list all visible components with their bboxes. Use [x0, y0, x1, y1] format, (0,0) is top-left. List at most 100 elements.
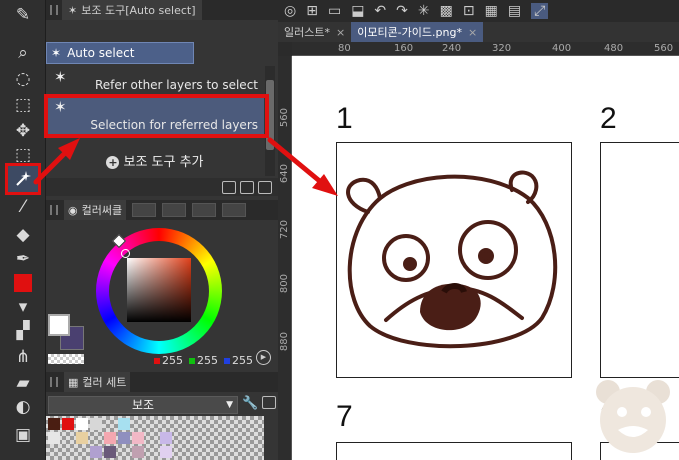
tab-approx-color[interactable]	[192, 203, 217, 217]
swatch[interactable]	[132, 432, 144, 444]
swatch[interactable]	[90, 418, 102, 430]
swatch[interactable]	[118, 418, 130, 430]
select-all-icon[interactable]: ▤	[508, 3, 521, 19]
color-set-selected: 보조	[131, 398, 155, 412]
blue-value: 255	[224, 354, 253, 367]
emoticon-cell[interactable]	[336, 442, 572, 460]
play-icon[interactable]: ▶	[256, 350, 271, 365]
subtool-tab[interactable]: ✶ 보조 도구[Auto select]	[62, 0, 202, 20]
lasso-icon[interactable]: ◌	[8, 66, 38, 92]
ruler-label: 720	[279, 220, 290, 240]
redo-icon[interactable]: ↷	[396, 3, 408, 19]
cell-number: 1	[336, 102, 353, 135]
ruler-label: 320	[492, 43, 512, 54]
command-bar-icons: ◎ ⊞ ▭ ⬓ ↶ ↷ ✳ ▩ ⊡ ▦ ▤ ⤢	[278, 0, 549, 22]
swatch[interactable]	[118, 432, 130, 444]
transparent-color-swatch[interactable]	[48, 354, 84, 364]
add-subtool-button[interactable]: + 보조 도구 추가	[46, 151, 264, 170]
color-set-panel: ▦ 컬러 세트 보조 ▼ 🔧	[46, 372, 278, 460]
swatch[interactable]	[76, 418, 88, 430]
swatch[interactable]	[104, 432, 116, 444]
swatch[interactable]	[48, 418, 60, 430]
swatch[interactable]	[76, 432, 88, 444]
color-set-header: ▦ 컬러 세트	[46, 372, 278, 392]
zoom-icon[interactable]: ⌕	[8, 40, 38, 66]
selection-icon[interactable]: ⬚	[8, 142, 38, 168]
plus-icon: +	[106, 156, 120, 169]
move-icon[interactable]: ✥	[8, 118, 38, 144]
tab-color-set[interactable]: ▦ 컬러 세트	[64, 372, 131, 392]
palette-icon: ▦	[68, 375, 79, 389]
color-swatch-grid[interactable]	[46, 416, 264, 460]
new-file-icon[interactable]: ⊞	[306, 3, 318, 19]
ruler-label: 560	[654, 43, 674, 54]
swatch[interactable]	[160, 446, 172, 458]
grip-icon[interactable]	[50, 377, 58, 387]
swatch[interactable]	[48, 432, 60, 444]
swatch[interactable]	[104, 446, 116, 458]
tab-label: 이모티콘-가이드.png*	[357, 26, 462, 39]
tab-emoticon-guide[interactable]: 이모티콘-가이드.png* ×	[351, 22, 484, 42]
tab-intermediate-color[interactable]	[162, 203, 187, 217]
grip-icon[interactable]	[50, 205, 58, 215]
duplicate-icon[interactable]	[240, 180, 254, 194]
close-icon[interactable]: ×	[336, 26, 345, 39]
grass-icon[interactable]: ⋔	[8, 344, 38, 370]
open-folder-icon[interactable]: ▭	[328, 3, 341, 19]
swatch[interactable]	[62, 418, 74, 430]
trash-icon[interactable]	[258, 180, 272, 194]
auto-select-group[interactable]: ✶ Auto select	[46, 42, 194, 64]
transform-icon[interactable]: ⤢	[531, 3, 549, 19]
grid-icon[interactable]: ▦	[485, 3, 498, 19]
ruler-label: 240	[442, 43, 462, 54]
crop-icon[interactable]: ⊡	[463, 3, 475, 19]
fill-icon[interactable]: ◆	[8, 222, 38, 248]
tab-illustration[interactable]: 일러스트* ×	[278, 22, 351, 42]
swatch[interactable]	[132, 446, 144, 458]
main-color-swatch[interactable]	[48, 314, 70, 336]
color-panel-tabs: ◉ 컬러써클	[46, 200, 278, 220]
green-value: 255	[189, 354, 218, 367]
sv-marker[interactable]	[121, 249, 130, 258]
ruler-label: 400	[552, 43, 572, 54]
blend-icon[interactable]: ◐	[8, 394, 38, 420]
document-tabs: 일러스트* × 이모티콘-가이드.png* ×	[278, 22, 679, 42]
swatch[interactable]	[160, 432, 172, 444]
pen-icon[interactable]: ✎	[8, 2, 38, 28]
ruler-label: 880	[279, 332, 290, 352]
app-logo-icon[interactable]: ◎	[284, 3, 296, 19]
emoticon-cell[interactable]	[600, 142, 679, 378]
cell-number: 7	[336, 400, 353, 433]
fill-selection-icon[interactable]: ▩	[440, 3, 453, 19]
marker-icon[interactable]	[8, 270, 38, 296]
copy-icon[interactable]	[222, 180, 236, 194]
undo-icon[interactable]: ↶	[374, 3, 386, 19]
canvas[interactable]: 1 2 7 8	[292, 56, 679, 460]
save-icon[interactable]: ⬓	[351, 3, 364, 19]
star-wand-icon: ✶	[51, 46, 62, 60]
saturation-value-square[interactable]	[127, 258, 191, 322]
auto-select-group-label: Auto select	[67, 46, 135, 60]
tab-color-slider[interactable]	[132, 203, 157, 217]
layer-move-icon[interactable]: ⬚	[8, 92, 38, 118]
airbrush-icon[interactable]: ▾	[8, 294, 38, 320]
auto-select-icon[interactable]	[5, 163, 41, 195]
add-subtool-label: 보조 도구 추가	[123, 155, 204, 170]
import-icon[interactable]	[262, 396, 277, 409]
subtool-item-refer-other-layers[interactable]: ✶ Refer other layers to select	[46, 66, 264, 94]
tab-color-history[interactable]	[222, 203, 247, 217]
clear-icon[interactable]: ✳	[418, 3, 430, 19]
eraser-icon[interactable]: ▰	[8, 370, 38, 396]
color-set-select[interactable]: 보조 ▼	[48, 396, 238, 414]
close-icon[interactable]: ×	[468, 26, 477, 39]
red-value: 255	[154, 354, 183, 367]
pen-tool-icon[interactable]: ✒	[8, 246, 38, 272]
color-swatch-icon[interactable]: ▣	[8, 422, 38, 448]
swatch[interactable]	[90, 446, 102, 458]
tab-color-wheel[interactable]: ◉ 컬러써클	[64, 200, 127, 220]
eyedropper-icon[interactable]: ⁄	[8, 194, 38, 220]
grip-icon[interactable]	[50, 5, 58, 15]
chevron-down-icon: ▼	[226, 400, 233, 410]
decoration-icon[interactable]: ▞	[8, 318, 38, 344]
wrench-icon[interactable]: 🔧	[242, 396, 258, 411]
